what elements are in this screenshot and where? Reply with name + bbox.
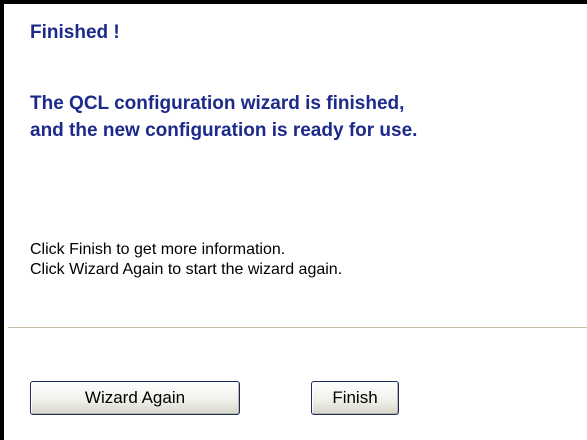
page-title: Finished ! <box>30 22 120 43</box>
completion-message: The QCL configuration wizard is finished… <box>30 90 417 144</box>
wizard-finished-panel: Finished ! The QCL configuration wizard … <box>0 0 587 440</box>
completion-message-line-1: The QCL configuration wizard is finished… <box>30 93 405 114</box>
finish-button[interactable]: Finish <box>311 381 399 415</box>
instruction-finish: Click Finish to get more information. <box>30 241 286 258</box>
wizard-again-button[interactable]: Wizard Again <box>30 381 240 415</box>
divider <box>8 327 587 328</box>
instruction-wizard-again: Click Wizard Again to start the wizard a… <box>30 261 343 278</box>
instructions: Click Finish to get more information. Cl… <box>30 240 342 280</box>
completion-message-line-2: and the new configuration is ready for u… <box>30 120 418 141</box>
